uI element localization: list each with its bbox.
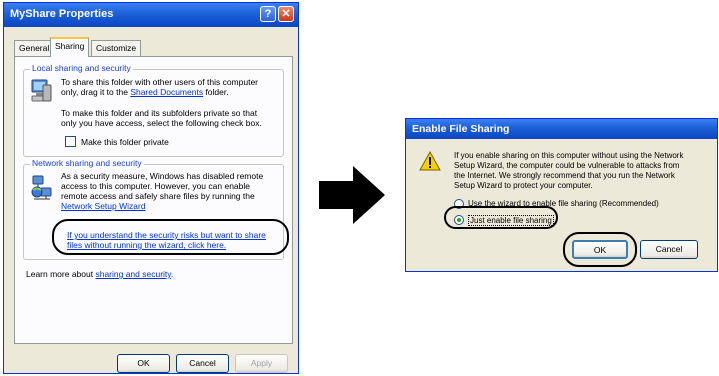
- sharing-tab-panel: Local sharing and security To share this…: [14, 56, 293, 344]
- right-titlebar[interactable]: Enable File Sharing: [406, 119, 717, 139]
- local-sharing-group: Local sharing and security To share this…: [23, 63, 284, 157]
- shared-documents-link[interactable]: Shared Documents: [130, 87, 203, 97]
- learn-more-text: Learn more about sharing and security.: [26, 269, 173, 279]
- tab-customize[interactable]: Customize: [91, 40, 142, 56]
- help-button[interactable]: ?: [260, 6, 276, 22]
- tab-general[interactable]: General: [14, 40, 55, 56]
- warning-line4: Setup Wizard to protect your computer.: [454, 181, 593, 190]
- dialog-cancel-button[interactable]: Cancel: [640, 240, 698, 259]
- sharing-security-link[interactable]: sharing and security: [95, 269, 170, 279]
- learn-more-pre: Learn more about: [26, 269, 96, 279]
- tab-customize-label: Customize: [96, 43, 137, 53]
- ok-button[interactable]: OK: [117, 354, 170, 373]
- local-line1: To share this folder with other users of…: [61, 77, 259, 87]
- enable-file-sharing-dialog: Enable File Sharing If you enable sharin…: [405, 118, 718, 272]
- local-sharing-heading: Local sharing and security: [30, 63, 133, 73]
- left-titlebar[interactable]: MyShare Properties ? ✕: [4, 3, 298, 27]
- tab-sharing[interactable]: Sharing: [50, 37, 90, 57]
- network-line3: remote access and safely share files by …: [61, 191, 255, 201]
- network-line2: access to this computer. However, you ca…: [61, 181, 250, 191]
- myshare-properties-dialog: MyShare Properties ? ✕ General Sharing C…: [3, 2, 299, 374]
- cancel-button[interactable]: Cancel: [176, 354, 229, 373]
- close-button[interactable]: ✕: [278, 6, 294, 22]
- highlight-ring-option: [444, 206, 558, 229]
- network-setup-wizard-link[interactable]: Network Setup Wizard: [61, 201, 146, 211]
- local-line2-post: folder.: [203, 87, 229, 97]
- local-line2-pre: only, drag it to the: [61, 87, 131, 97]
- tab-sharing-label: Sharing: [55, 41, 85, 51]
- make-private-checkbox[interactable]: [65, 136, 76, 147]
- network-line1: As a security measure, Windows has disab…: [61, 171, 264, 181]
- local-line2: only, drag it to the Shared Documents fo…: [61, 87, 229, 97]
- warning-line1: If you enable sharing on this computer w…: [454, 151, 684, 160]
- right-arrow-icon: [319, 166, 385, 224]
- network-share-icon: [31, 175, 52, 200]
- highlight-ring-ok: [563, 232, 637, 267]
- private-line2: only you have access, select the followi…: [61, 118, 262, 128]
- highlight-ring-risk-link: [52, 219, 289, 255]
- warning-line3: the Internet. We strongly recommend that…: [454, 171, 675, 180]
- apply-button[interactable]: Apply: [235, 354, 288, 373]
- warning-line2: Setup Wizard, the computer could be vuln…: [454, 161, 680, 170]
- network-sharing-heading: Network sharing and security: [30, 158, 144, 168]
- warning-icon: [419, 151, 441, 171]
- private-line1: To make this folder and its subfolders p…: [61, 108, 258, 118]
- learn-more-post: .: [170, 269, 174, 279]
- left-dialog-title: MyShare Properties: [10, 8, 114, 20]
- make-private-label[interactable]: Make this folder private: [81, 137, 169, 147]
- computer-icon: [31, 79, 52, 102]
- tab-general-label: General: [19, 43, 50, 53]
- right-dialog-title: Enable File Sharing: [412, 123, 510, 135]
